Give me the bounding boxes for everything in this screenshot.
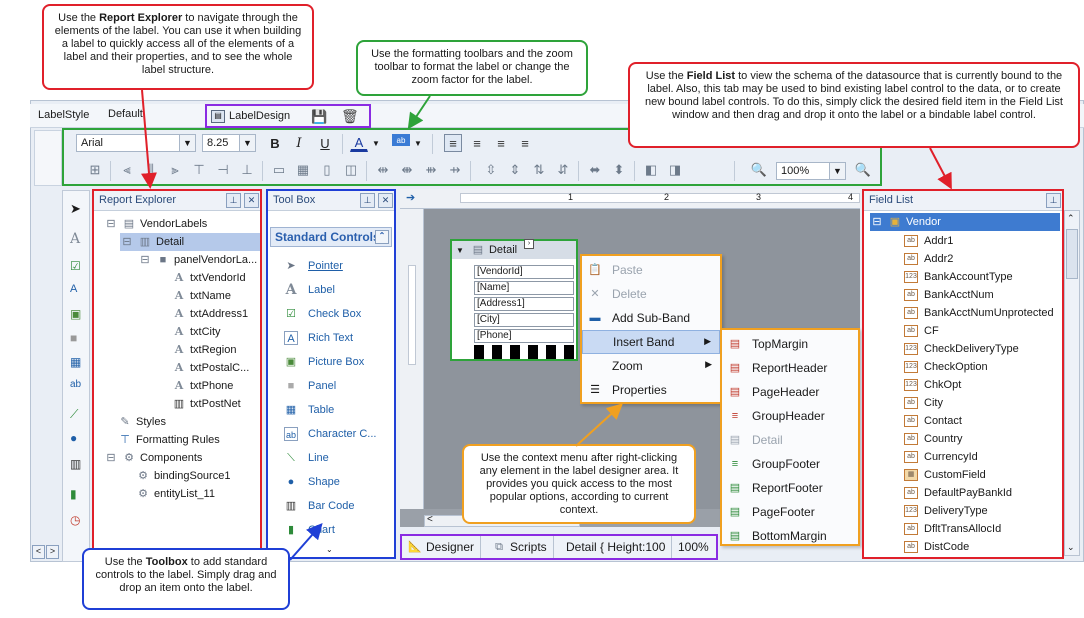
arrow-context-menu <box>575 403 623 447</box>
arrow-report-explorer <box>141 89 157 189</box>
arrow-field-list <box>929 147 952 190</box>
callout-arrows <box>141 89 952 561</box>
arrow-toolbars <box>407 95 431 130</box>
arrow-toolbox <box>289 523 323 561</box>
